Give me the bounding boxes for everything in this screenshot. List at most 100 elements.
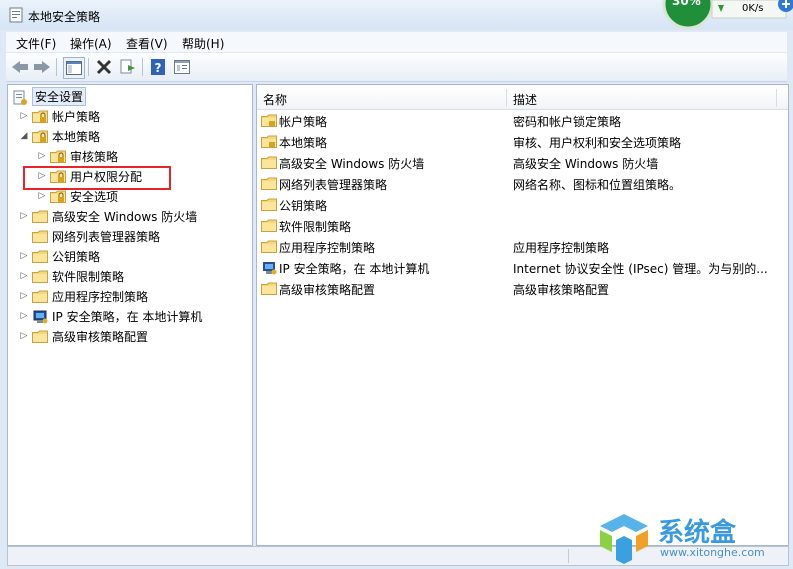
expand-arrow-icon[interactable]: ▷ bbox=[18, 331, 30, 341]
tree-item[interactable]: ▷ 审核策略 bbox=[36, 147, 118, 165]
collapse-arrow-icon[interactable]: ◢ bbox=[18, 131, 30, 141]
policy-folder-icon bbox=[50, 190, 66, 203]
tree-item-label: 高级审核策略配置 bbox=[52, 329, 149, 344]
tree-item-label: 帐户策略 bbox=[52, 109, 101, 124]
tree-item[interactable]: 网络列表管理器策略 bbox=[18, 227, 160, 245]
export-list-icon[interactable] bbox=[118, 57, 138, 77]
menu-file[interactable]: 文件(F) bbox=[16, 35, 56, 52]
network-monitor-widget[interactable]: 30% 0K/s bbox=[660, 0, 793, 30]
tree-item[interactable]: ▷ 软件限制策略 bbox=[18, 267, 124, 285]
expand-arrow-icon[interactable]: ▷ bbox=[18, 111, 30, 121]
folder-icon bbox=[32, 250, 48, 263]
list-row[interactable]: 公钥策略 bbox=[257, 195, 788, 215]
properties-icon[interactable] bbox=[172, 57, 192, 77]
expand-arrow-icon[interactable]: ▷ bbox=[18, 291, 30, 301]
list-row[interactable]: 高级审核策略配置 高级审核策略配置 bbox=[257, 279, 788, 299]
tree-item[interactable]: ▷ 公钥策略 bbox=[18, 247, 100, 265]
tree-item[interactable]: ▷ 高级审核策略配置 bbox=[18, 327, 148, 345]
column-name-header[interactable]: 名称 bbox=[263, 91, 287, 108]
list-row-description: 密码和帐户锁定策略 bbox=[513, 114, 622, 129]
list-row[interactable]: 应用程序控制策略 应用程序控制策略 bbox=[257, 237, 788, 257]
list-row-description: 网络名称、图标和位置组策略。 bbox=[513, 177, 682, 192]
tree-item-label: 高级安全 Windows 防火墙 bbox=[52, 209, 198, 224]
folder-icon bbox=[32, 290, 48, 303]
menu-bar: 文件(F) 操作(A) 查看(V) 帮助(H) bbox=[6, 32, 787, 52]
tree-item-label: IP 安全策略，在 本地计算机 bbox=[52, 309, 203, 324]
folder-icon bbox=[261, 156, 277, 172]
help-icon[interactable]: ? bbox=[148, 57, 168, 77]
window: 本地安全策略 30% 0K/s 文件(F) 操作(A) 查看(V) 帮助(H) bbox=[0, 0, 793, 569]
list-row[interactable]: 帐户策略 密码和帐户锁定策略 bbox=[257, 111, 788, 131]
tree-item[interactable]: ▷ IP 安全策略，在 本地计算机 bbox=[18, 307, 203, 325]
folder-icon bbox=[32, 270, 48, 283]
list-row-name: 软件限制策略 bbox=[279, 219, 352, 234]
tree-pane[interactable]: 安全设置 ▷ 帐户策略 ◢ 本地策略 ▷ 审核策略 ▷ 用户权限分配 ▷ 安全选项 ▷ 高级安全 Wi… bbox=[7, 84, 253, 546]
expand-arrow-icon[interactable]: ▷ bbox=[18, 271, 30, 281]
tree-item-label: 本地策略 bbox=[52, 129, 101, 144]
tree-item[interactable]: ▷ 帐户策略 bbox=[18, 107, 100, 125]
tree-root-security-settings[interactable]: 安全设置 bbox=[10, 86, 87, 106]
toolbar-separator bbox=[56, 58, 57, 76]
list-row[interactable]: 本地策略 审核、用户权利和安全选项策略 bbox=[257, 132, 788, 152]
policy-folder-icon bbox=[261, 135, 277, 151]
expand-arrow-icon[interactable]: ▷ bbox=[18, 311, 30, 321]
folder-icon bbox=[261, 282, 277, 298]
folder-icon bbox=[32, 210, 48, 223]
folder-icon bbox=[261, 219, 277, 235]
list-row[interactable]: 高级安全 Windows 防火墙 高级安全 Windows 防火墙 bbox=[257, 153, 788, 173]
policy-folder-icon bbox=[32, 130, 48, 143]
toolbar-separator bbox=[142, 58, 143, 76]
folder-icon bbox=[261, 240, 277, 256]
list-row-description: Internet 协议安全性 (IPsec) 管理。为与别的... bbox=[513, 261, 768, 276]
list-row-name: IP 安全策略，在 本地计算机 bbox=[279, 261, 430, 276]
tree-item[interactable]: ▷ 高级安全 Windows 防火墙 bbox=[18, 207, 198, 225]
tree-item-label: 应用程序控制策略 bbox=[52, 289, 149, 304]
tree-item-label: 软件限制策略 bbox=[52, 269, 125, 284]
delete-icon[interactable] bbox=[94, 57, 114, 77]
tree-item[interactable]: ◢ 本地策略 bbox=[18, 127, 100, 145]
network-percent: 30% bbox=[672, 0, 701, 8]
list-row-name: 帐户策略 bbox=[279, 114, 328, 129]
list-row-name: 高级审核策略配置 bbox=[279, 282, 376, 297]
security-settings-icon bbox=[12, 90, 28, 105]
back-icon[interactable] bbox=[10, 57, 30, 77]
menu-action[interactable]: 操作(A) bbox=[70, 35, 112, 52]
toolbar: ? bbox=[6, 53, 787, 82]
ip-security-icon bbox=[32, 310, 48, 323]
expand-arrow-icon[interactable]: ▷ bbox=[36, 191, 48, 201]
column-divider[interactable] bbox=[776, 89, 777, 107]
menu-help[interactable]: 帮助(H) bbox=[182, 35, 224, 52]
policy-folder-icon bbox=[261, 114, 277, 130]
xitonghe-logo-icon bbox=[600, 514, 648, 564]
list-row-name: 本地策略 bbox=[279, 135, 328, 150]
tree-item-label: 安全选项 bbox=[70, 189, 119, 204]
column-desc-header[interactable]: 描述 bbox=[513, 91, 537, 108]
network-speed: 0K/s bbox=[742, 3, 764, 14]
list-row-description: 审核、用户权利和安全选项策略 bbox=[513, 135, 682, 150]
expand-arrow-icon[interactable]: ▷ bbox=[36, 151, 48, 161]
list-row-name: 网络列表管理器策略 bbox=[279, 177, 388, 192]
watermark-url: www.xitonghe.com bbox=[660, 546, 765, 559]
tree-item-label: 审核策略 bbox=[70, 149, 119, 164]
tree-item-label: 网络列表管理器策略 bbox=[52, 229, 161, 244]
list-row-description: 高级安全 Windows 防火墙 bbox=[513, 156, 659, 171]
list-row-description: 高级审核策略配置 bbox=[513, 282, 610, 297]
list-row[interactable]: 软件限制策略 bbox=[257, 216, 788, 236]
column-divider[interactable] bbox=[506, 89, 507, 107]
tree-item-label: 公钥策略 bbox=[52, 249, 101, 264]
list-row[interactable]: IP 安全策略，在 本地计算机 Internet 协议安全性 (IPsec) 管理… bbox=[257, 258, 788, 278]
list-row[interactable]: 网络列表管理器策略 网络名称、图标和位置组策略。 bbox=[257, 174, 788, 194]
expand-arrow-icon[interactable]: ▷ bbox=[18, 251, 30, 261]
list-header: 名称 描述 bbox=[257, 87, 788, 110]
expand-arrow-icon[interactable]: ▷ bbox=[18, 211, 30, 221]
menu-view[interactable]: 查看(V) bbox=[126, 35, 168, 52]
list-row-name: 高级安全 Windows 防火墙 bbox=[279, 156, 425, 171]
forward-icon[interactable] bbox=[32, 57, 52, 77]
show-hide-tree-icon[interactable] bbox=[63, 57, 85, 79]
tree-item[interactable]: ▷ 应用程序控制策略 bbox=[18, 287, 148, 305]
highlight-box bbox=[23, 166, 171, 190]
folder-icon bbox=[261, 198, 277, 214]
status-separator bbox=[568, 549, 569, 563]
watermark-brand: 系统盒 bbox=[658, 518, 737, 548]
list-pane[interactable]: 名称 描述 帐户策略 密码和帐户锁定策略 本地策略 审核、用户权利和安全选项策略 高级安… bbox=[256, 84, 789, 546]
